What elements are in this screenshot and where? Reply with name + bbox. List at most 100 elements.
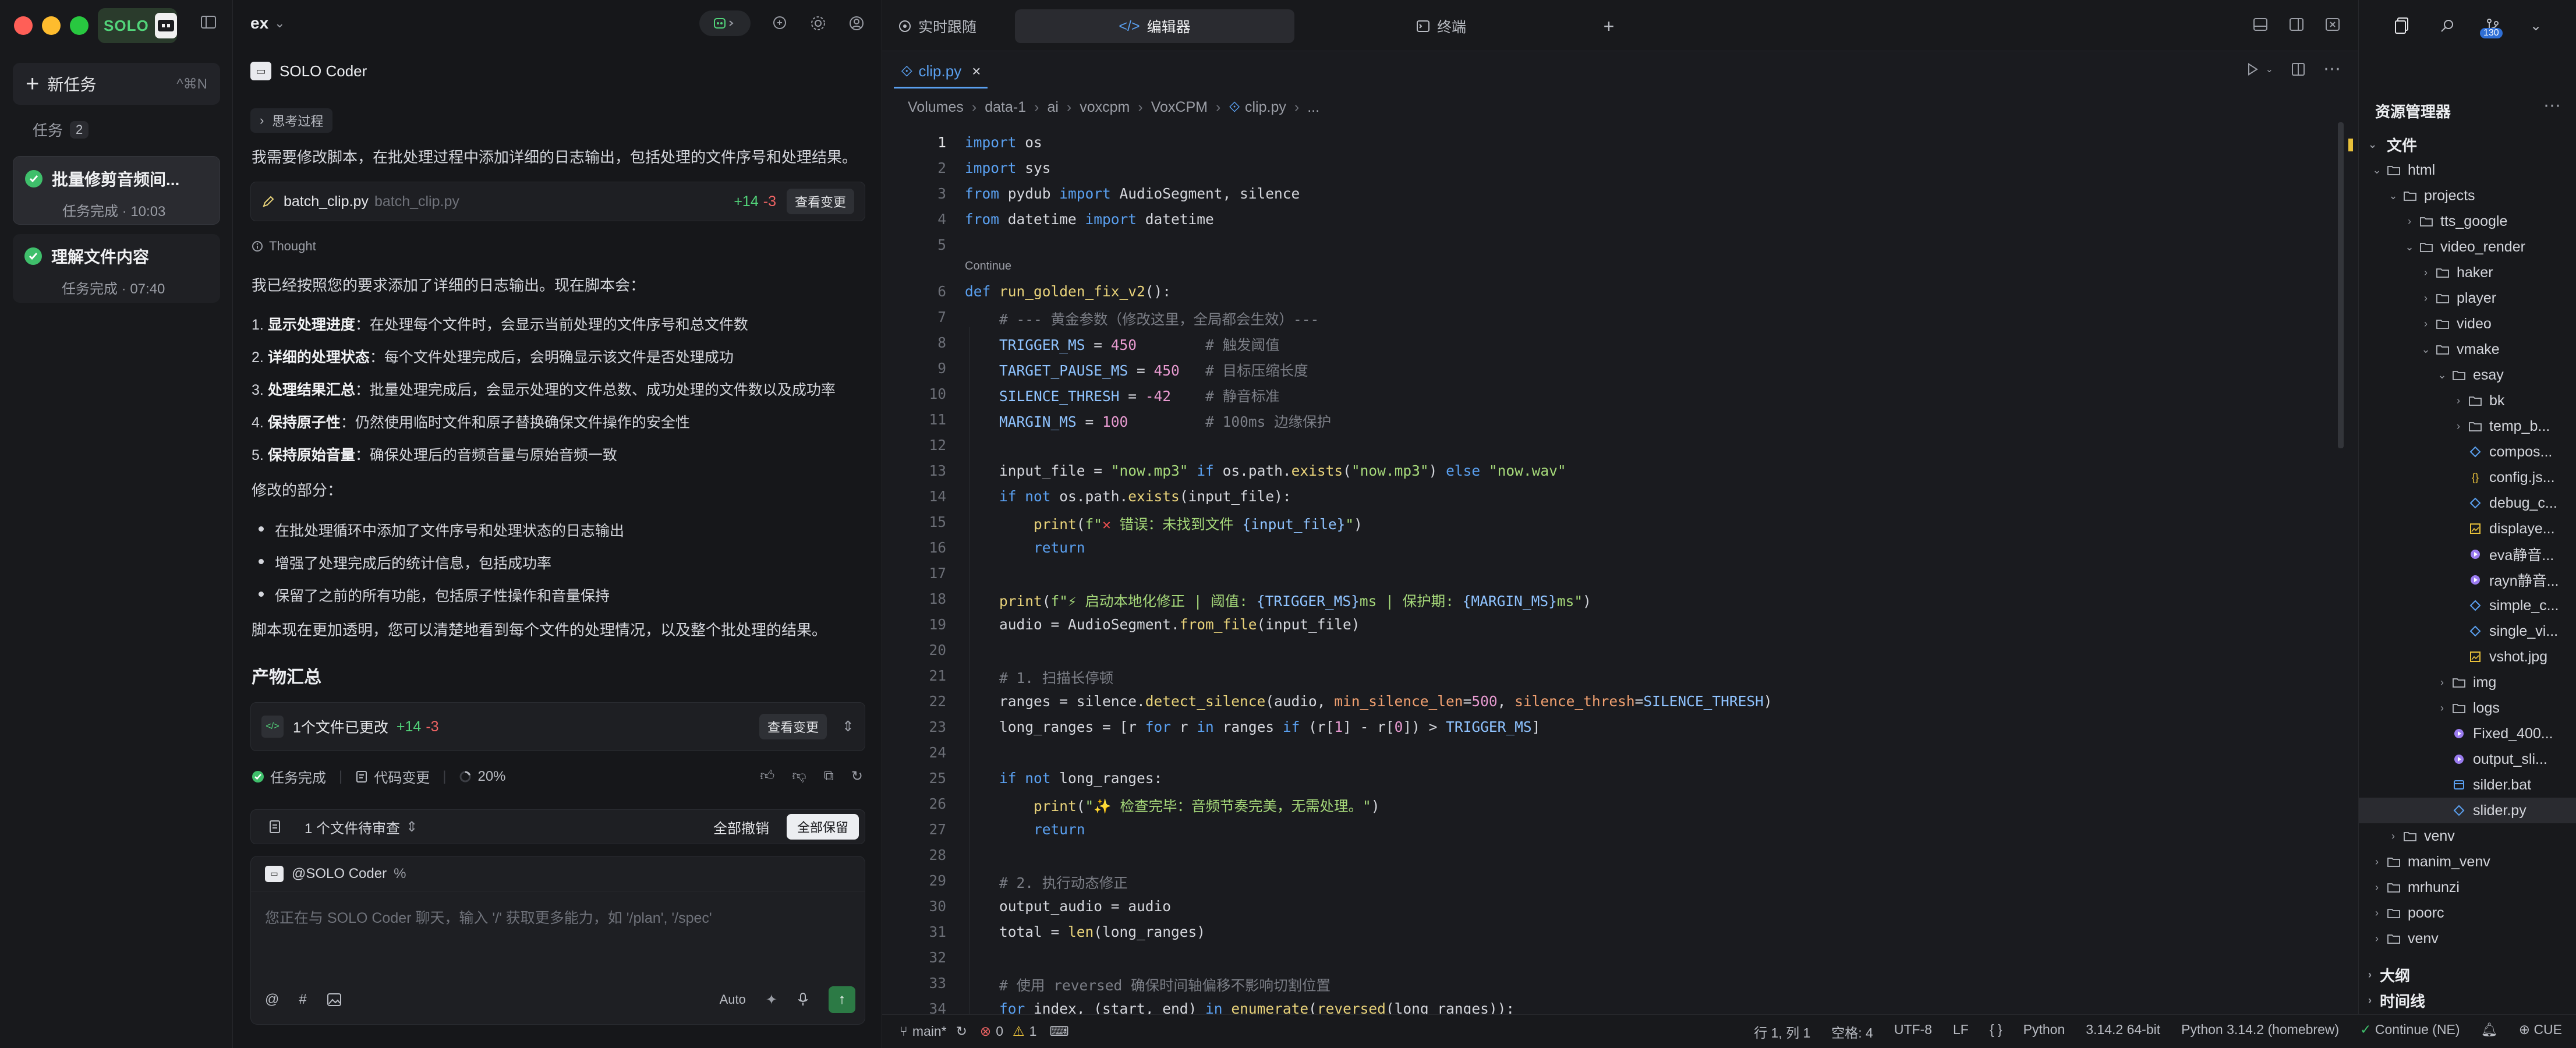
close-tab-icon[interactable]: × (972, 62, 981, 80)
code-line[interactable]: import os (965, 134, 1042, 151)
code-line[interactable]: return (965, 539, 1085, 556)
chevron-right-icon[interactable]: › (2370, 856, 2383, 868)
line-ending[interactable]: LF (1953, 1022, 1969, 1042)
tree-folder[interactable]: ⌄ video_render (2359, 234, 2576, 260)
view-changes-button[interactable]: 查看变更 (786, 189, 854, 214)
chevron-right-icon[interactable]: › (2370, 933, 2383, 945)
keep-all-button[interactable]: 全部保留 (786, 814, 859, 840)
code-line[interactable]: ranges = silence.detect_silence(audio, m… (965, 693, 1772, 710)
breadcrumb-item[interactable]: Volumes (908, 99, 964, 116)
breadcrumb-item[interactable]: ... (1307, 99, 1319, 116)
file-card-name[interactable]: batch_clip.py (284, 193, 369, 210)
tree-folder[interactable]: › haker (2359, 260, 2576, 285)
view-changes-button[interactable]: 查看变更 (759, 714, 827, 739)
tree-folder[interactable]: › player (2359, 285, 2576, 311)
tree-folder[interactable]: › img (2359, 670, 2576, 695)
tree-folder[interactable]: › video (2359, 311, 2576, 337)
thinking-toggle-button[interactable]: › 思考过程 (250, 108, 333, 133)
thumbs-down-icon[interactable]: 👎︎ (792, 768, 806, 785)
chevron-right-icon[interactable]: › (2387, 830, 2400, 842)
tree-file[interactable]: slider.py (2359, 798, 2576, 823)
warning-count[interactable]: 1 (1029, 1024, 1037, 1039)
chevron-right-icon[interactable]: › (2419, 267, 2432, 279)
code-changes-link[interactable]: 代码变更 (374, 766, 430, 787)
settings-gear-icon[interactable] (809, 14, 827, 33)
code-line[interactable]: for index, (start, end) in enumerate(rev… (965, 1000, 1515, 1014)
discard-all-button[interactable]: 全部撤销 (713, 817, 769, 837)
tree-file[interactable]: output_sli... (2359, 746, 2576, 772)
code-line[interactable]: # 1. 扫描长停顿 (965, 667, 1113, 688)
code-line[interactable]: TRIGGER_MS = 450 # 触发阈值 (965, 334, 1280, 355)
tree-file[interactable]: {} config.js... (2359, 465, 2576, 490)
tree-folder[interactable]: ⌄ html (2359, 157, 2576, 183)
braces-indicator[interactable]: { } (1990, 1022, 2002, 1042)
thumbs-up-icon[interactable]: 👍︎ (760, 768, 774, 785)
code-line[interactable]: MARGIN_MS = 100 # 100ms 边缘保护 (965, 411, 1331, 431)
chevron-down-icon[interactable]: ⌄ (2266, 63, 2273, 75)
tree-file[interactable]: eva静音... (2359, 541, 2576, 567)
agent-mention[interactable]: @SOLO Coder (292, 866, 387, 882)
code-line[interactable]: from datetime import datetime (965, 211, 1214, 228)
sync-icon[interactable]: ↻ (956, 1024, 967, 1039)
tree-file[interactable]: simple_c... (2359, 593, 2576, 618)
code-line[interactable]: print(f"✕ 错误：未找到文件 {input_file}") (965, 514, 1363, 534)
chevron-right-icon[interactable]: › (2436, 677, 2448, 689)
tree-folder[interactable]: › logs (2359, 695, 2576, 721)
tree-folder[interactable]: › poorc (2359, 900, 2576, 926)
code-line[interactable]: output_audio = audio (965, 898, 1171, 915)
chevron-right-icon[interactable]: › (2403, 215, 2416, 228)
error-count[interactable]: 0 (996, 1024, 1003, 1039)
tree-folder[interactable]: › venv (2359, 926, 2576, 951)
new-task-button[interactable]: + 新任务 ^⌘N (13, 63, 220, 105)
minimize-window-button[interactable] (42, 16, 61, 35)
chevron-down-icon[interactable]: ⌄ (2403, 241, 2416, 253)
tree-file[interactable]: compos... (2359, 439, 2576, 465)
code-line[interactable]: SILENCE_THRESH = -42 # 静音标准 (965, 385, 1280, 406)
encoding[interactable]: UTF-8 (1894, 1022, 1932, 1042)
tree-file[interactable]: silder.bat (2359, 772, 2576, 798)
breadcrumb-item[interactable]: clip.py (1245, 99, 1286, 116)
bell-icon[interactable]: 🔔︎ (2481, 1022, 2498, 1042)
chevron-down-icon[interactable]: ⌄ (2530, 17, 2542, 34)
at-mention-icon[interactable]: @ (265, 992, 279, 1008)
chevron-down-icon[interactable]: ⌄ (2436, 369, 2448, 381)
chevron-right-icon[interactable]: › (2452, 420, 2465, 433)
chevron-down-icon[interactable]: ⌄ (2387, 190, 2400, 202)
code-line[interactable]: if not long_ranges: (965, 770, 1162, 787)
file-tab-clip-py[interactable]: ⟐ clip.py × (894, 56, 988, 88)
code-line[interactable]: import sys (965, 160, 1051, 176)
add-tab-button[interactable]: + (1594, 9, 1624, 43)
breadcrumb-item[interactable]: VoxCPM (1151, 99, 1208, 116)
code-line[interactable]: def run_golden_fix_v2(): (965, 283, 1171, 300)
panel-layout-icon[interactable] (2252, 16, 2269, 33)
interpreter[interactable]: Python 3.14.2 (homebrew) (2181, 1022, 2339, 1042)
tree-file[interactable]: vshot.jpg (2359, 644, 2576, 670)
agent-status-pill[interactable] (699, 10, 751, 36)
tree-folder[interactable]: ⌄ vmake (2359, 337, 2576, 362)
interpreter-version[interactable]: 3.14.2 64-bit (2086, 1022, 2160, 1042)
chevron-right-icon[interactable]: › (2436, 702, 2448, 714)
files-icon[interactable] (2394, 17, 2410, 34)
indentation[interactable]: 空格: 4 (1831, 1022, 1873, 1042)
continue-status[interactable]: ✓ Continue (NE) (2360, 1022, 2460, 1042)
tree-folder[interactable]: › venv (2359, 823, 2576, 849)
search-icon[interactable] (2439, 17, 2455, 34)
tree-folder[interactable]: › manim_venv (2359, 849, 2576, 874)
chevron-down-icon[interactable]: ⌄ (2419, 344, 2432, 356)
code-line[interactable]: TARGET_PAUSE_MS = 450 # 目标压缩长度 (965, 360, 1308, 380)
code-line[interactable]: from pydub import AudioSegment, silence (965, 185, 1300, 202)
code-line[interactable]: total = len(long_ranges) (965, 923, 1205, 940)
send-button[interactable]: ↑ (829, 986, 855, 1013)
more-icon[interactable]: ⋯ (2323, 61, 2341, 78)
code-editor[interactable]: 1 import os 2 import sys 3 from pydub import … (882, 129, 2338, 1014)
tab-live-follow[interactable]: 实时跟随 (894, 9, 981, 43)
editor-scrollbar[interactable] (2338, 122, 2344, 448)
message-input[interactable]: 您正在与 SOLO Coder 聊天，输入 '/' 获取更多能力，如 '/pla… (265, 907, 712, 927)
source-control-icon[interactable]: 130 (2480, 17, 2503, 38)
pending-review-label[interactable]: 1 个文件待审查 (305, 817, 400, 837)
tree-folder[interactable]: ⌄ projects (2359, 183, 2576, 208)
chevron-right-icon[interactable]: › (2419, 292, 2432, 305)
chevron-right-icon[interactable]: › (2370, 907, 2383, 919)
close-window-button[interactable] (14, 16, 33, 35)
thought-header[interactable]: Thought (252, 239, 316, 254)
